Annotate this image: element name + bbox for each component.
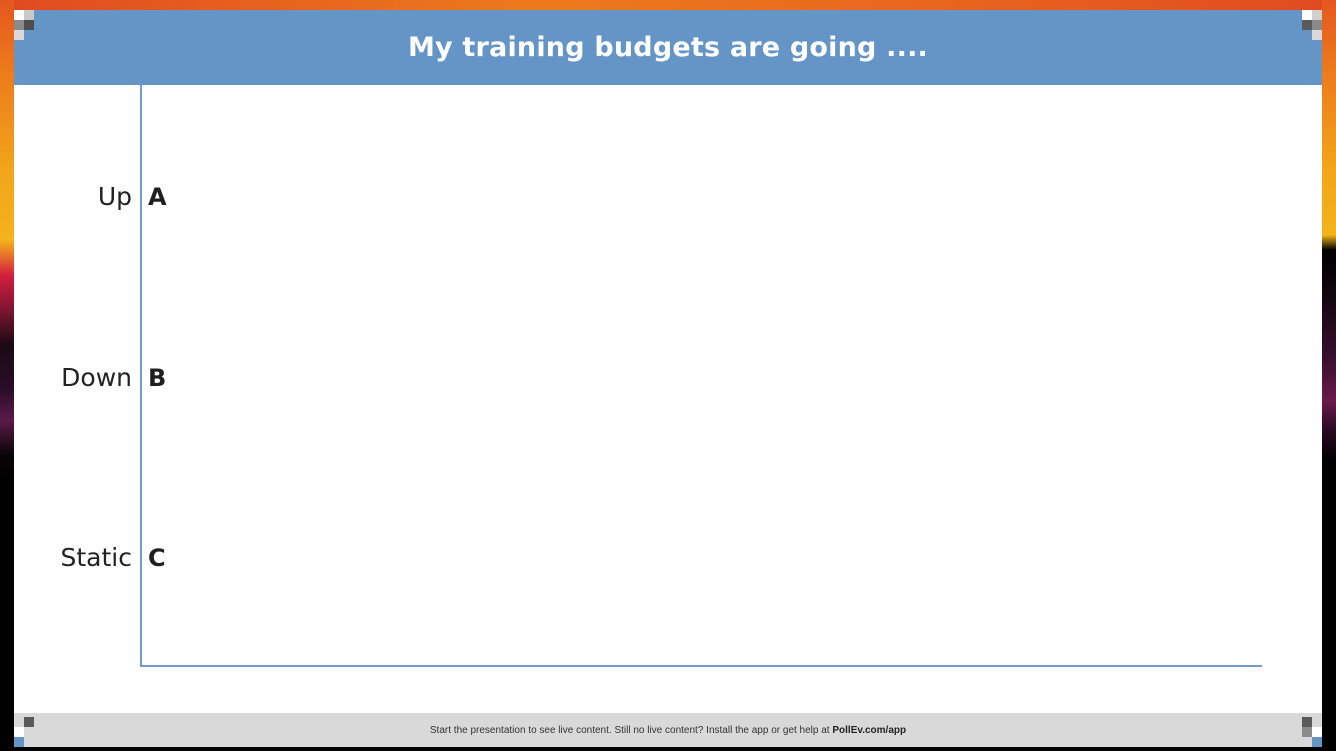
option-letter: C (148, 544, 166, 572)
option-row-a: Up A (14, 179, 314, 215)
footer-message: Start the presentation to see live conte… (429, 724, 833, 736)
poll-bar-chart: Up A Down B Static C (14, 85, 1322, 710)
pollev-link[interactable]: PollEv.com/app (832, 725, 906, 736)
frame-right-edge (1322, 0, 1336, 751)
title-bar: My training budgets are going .... (14, 10, 1322, 85)
option-row-b: Down B (14, 360, 314, 396)
option-letter: A (148, 183, 167, 211)
option-label: Static (60, 543, 132, 572)
option-label: Down (61, 363, 132, 392)
slide-title: My training budgets are going .... (407, 32, 929, 63)
corner-mark-top-left-icon (14, 10, 44, 40)
frame-left-edge (0, 0, 14, 751)
poll-slide: My training budgets are going .... Up A (14, 10, 1322, 747)
x-axis (140, 665, 1262, 667)
option-label: Up (97, 182, 132, 211)
presentation-frame: My training budgets are going .... Up A (0, 0, 1336, 751)
corner-mark-bottom-right-icon (1292, 717, 1322, 747)
corner-mark-bottom-left-icon (14, 717, 44, 747)
option-letter: B (148, 364, 167, 392)
footer-bar: Start the presentation to see live conte… (14, 713, 1322, 747)
footer-text: Start the presentation to see live conte… (430, 725, 906, 736)
option-row-c: Static C (14, 540, 314, 576)
corner-mark-top-right-icon (1292, 10, 1322, 40)
frame-top-edge (0, 0, 1336, 10)
